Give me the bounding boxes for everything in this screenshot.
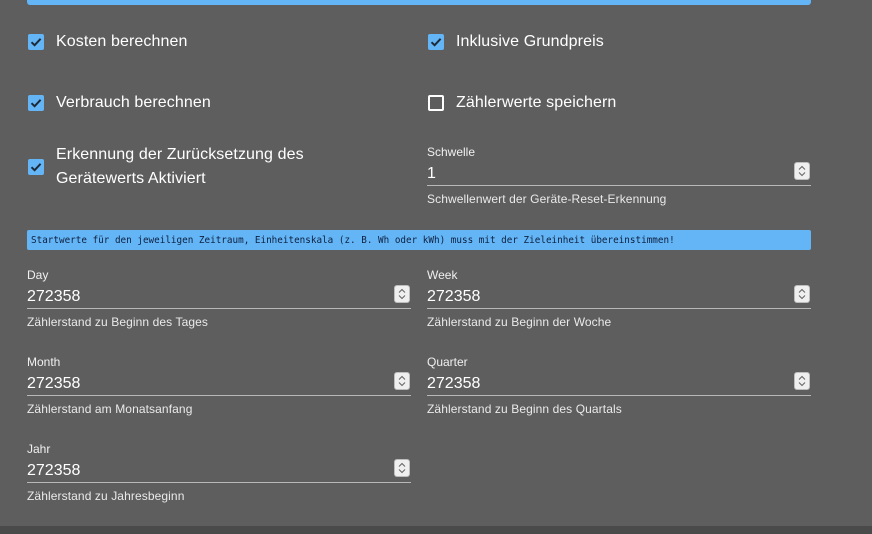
month-underline — [27, 395, 411, 396]
day-helper: Zählerstand zu Beginn des Tages — [27, 315, 208, 329]
week-underline — [427, 308, 811, 309]
week-helper: Zählerstand zu Beginn der Woche — [427, 315, 612, 329]
up-down-arrows-icon — [398, 375, 406, 387]
schwelle-underline — [427, 185, 811, 186]
quarter-helper: Zählerstand zu Beginn des Quartals — [427, 402, 622, 416]
schwelle-helper: Schwellenwert der Geräte-Reset-Erkennung — [427, 192, 667, 206]
jahr-input[interactable]: 272358 — [27, 462, 80, 480]
info-banner-text: Startwerte für den jeweiligen Zeitraum, … — [31, 234, 675, 246]
jahr-stepper[interactable] — [394, 459, 410, 477]
reset-erkennung-label-line2: Gerätewerts Aktiviert — [56, 170, 206, 187]
month-label: Month — [27, 355, 61, 369]
reset-erkennung-label: Erkennung der Zurücksetzung des Gerätewe… — [56, 143, 304, 191]
day-stepper[interactable] — [394, 285, 410, 303]
week-stepper[interactable] — [794, 285, 810, 303]
reset-erkennung-checkbox[interactable]: Erkennung der Zurücksetzung des Gerätewe… — [28, 143, 304, 191]
jahr-field: Jahr 272358 Zählerstand zu Jahresbeginn — [27, 442, 411, 512]
day-underline — [27, 308, 411, 309]
day-field: Day 272358 Zählerstand zu Beginn des Tag… — [27, 268, 411, 338]
checkbox-checked-icon[interactable] — [28, 159, 44, 175]
checkbox-checked-icon[interactable] — [28, 34, 44, 50]
kosten-berechnen-checkbox[interactable]: Kosten berechnen — [28, 30, 187, 54]
day-label: Day — [27, 268, 49, 282]
zaehlerwerte-speichern-checkbox[interactable]: Zählerwerte speichern — [428, 91, 616, 115]
verbrauch-berechnen-checkbox[interactable]: Verbrauch berechnen — [28, 91, 211, 115]
verbrauch-berechnen-label: Verbrauch berechnen — [56, 94, 211, 111]
quarter-input[interactable]: 272358 — [427, 375, 480, 393]
inklusive-grundpreis-checkbox[interactable]: Inklusive Grundpreis — [428, 30, 604, 54]
quarter-field: Quarter 272358 Zählerstand zu Beginn des… — [427, 355, 811, 425]
zaehlerwerte-speichern-label: Zählerwerte speichern — [456, 94, 617, 111]
up-down-arrows-icon — [398, 462, 406, 474]
schwelle-field: Schwelle 1 Schwellenwert der Geräte-Rese… — [427, 145, 811, 215]
up-down-arrows-icon — [398, 288, 406, 300]
jahr-label: Jahr — [27, 442, 51, 456]
week-label: Week — [427, 268, 458, 282]
schwelle-stepper[interactable] — [794, 162, 810, 180]
up-down-arrows-icon — [798, 288, 806, 300]
top-banner-edge — [27, 0, 811, 5]
up-down-arrows-icon — [798, 375, 806, 387]
schwelle-label: Schwelle — [427, 145, 476, 159]
jahr-underline — [27, 482, 411, 483]
info-banner: Startwerte für den jeweiligen Zeitraum, … — [27, 230, 811, 250]
bottom-bar — [0, 526, 872, 534]
quarter-stepper[interactable] — [794, 372, 810, 390]
checkbox-unchecked-icon[interactable] — [428, 95, 444, 111]
month-input[interactable]: 272358 — [27, 375, 80, 393]
up-down-arrows-icon — [798, 165, 806, 177]
week-field: Week 272358 Zählerstand zu Beginn der Wo… — [427, 268, 811, 338]
schwelle-input[interactable]: 1 — [427, 165, 436, 183]
quarter-label: Quarter — [427, 355, 468, 369]
checkbox-checked-icon[interactable] — [428, 34, 444, 50]
kosten-berechnen-label: Kosten berechnen — [56, 33, 188, 50]
inklusive-grundpreis-label: Inklusive Grundpreis — [456, 33, 604, 50]
quarter-underline — [427, 395, 811, 396]
jahr-helper: Zählerstand zu Jahresbeginn — [27, 489, 185, 503]
month-field: Month 272358 Zählerstand am Monatsanfang — [27, 355, 411, 425]
reset-erkennung-label-line1: Erkennung der Zurücksetzung des — [56, 146, 304, 163]
week-input[interactable]: 272358 — [427, 288, 480, 306]
month-helper: Zählerstand am Monatsanfang — [27, 402, 193, 416]
checkbox-checked-icon[interactable] — [28, 95, 44, 111]
day-input[interactable]: 272358 — [27, 288, 80, 306]
month-stepper[interactable] — [394, 372, 410, 390]
